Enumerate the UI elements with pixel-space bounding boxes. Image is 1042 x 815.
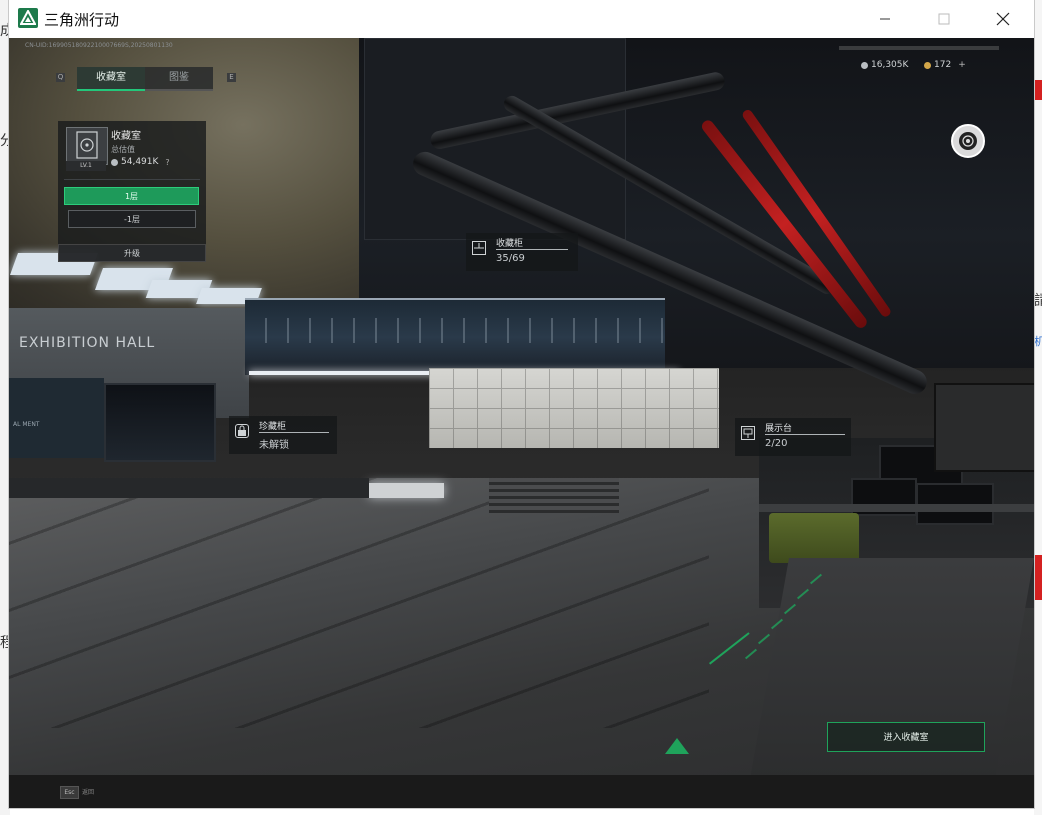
floor-trench [9, 478, 369, 498]
game-window: 三角洲行动 EXHIBITION HALL AL MENT CN-UID:169… [9, 0, 1034, 808]
gold-amount: 172 [934, 60, 952, 70]
tab-catalog[interactable]: 图鉴 [145, 67, 213, 91]
cabinet-name: 收藏柜 [496, 239, 524, 249]
treasure-cabinet-name: 珍藏柜 [259, 422, 287, 432]
silver-coin-icon [861, 61, 868, 69]
desktop-red-strip [1034, 555, 1042, 600]
showroom-shelves [429, 368, 719, 448]
desktop-background-right [1034, 0, 1042, 815]
panel-title: 收藏室 [111, 131, 141, 142]
panel-divider [64, 179, 200, 180]
workstation-desk [759, 504, 1034, 512]
display-stand-label[interactable]: 展示台 2/20 [735, 418, 851, 456]
display-stand-name: 展示台 [765, 424, 793, 434]
total-value-label: 总估值 [111, 145, 135, 154]
window-title: 三角洲行动 [44, 11, 120, 29]
gold-coin-icon [924, 61, 931, 69]
minimize-icon [880, 18, 890, 20]
desktop-fragment-text: 請 [1034, 293, 1042, 309]
lit-platform [369, 483, 444, 498]
tab-collection-room[interactable]: 收藏室 [77, 67, 145, 91]
esc-key-button[interactable]: Esc [60, 786, 79, 799]
silver-currency: 16,305K [861, 60, 908, 70]
close-icon [996, 12, 1010, 26]
minimize-button[interactable] [862, 0, 908, 38]
level-badge: LV.1 [66, 161, 106, 171]
floor-seams [9, 478, 709, 728]
close-button[interactable] [980, 0, 1026, 38]
desktop-fragment-text: 机 [1034, 335, 1042, 348]
gold-currency: 172 + [924, 60, 966, 70]
camera-lens-icon [959, 132, 977, 150]
esc-key-label: 返回 [82, 789, 95, 796]
help-icon[interactable]: ? [165, 158, 169, 167]
display-screen [104, 383, 216, 462]
lock-icon [235, 424, 249, 438]
label-underline [259, 432, 329, 433]
maximize-button[interactable] [921, 0, 967, 38]
wall-sign-text: AL MENT [13, 421, 40, 428]
display-stand-count: 2/20 [765, 438, 788, 449]
display-stand-icon [741, 426, 755, 440]
add-currency-button[interactable]: + [958, 60, 966, 70]
total-value-amount: 54,491K [121, 157, 159, 167]
exhibition-hall-sign: EXHIBITION HALL [19, 335, 156, 351]
floor-1-button[interactable]: 1层 [64, 187, 199, 205]
label-underline [765, 434, 845, 435]
camera-lens-button[interactable] [951, 124, 985, 158]
floor-stairs [489, 478, 619, 513]
silver-coin-icon [111, 158, 118, 166]
label-underline [496, 249, 568, 250]
vault-door-icon [66, 127, 108, 165]
raised-floor-platform [744, 558, 1034, 808]
tab-next-button[interactable]: E [227, 73, 236, 82]
green-ammo-case [769, 513, 859, 563]
silver-amount: 16,305K [871, 60, 909, 70]
floor-minus-1-button[interactable]: -1层 [68, 210, 196, 228]
treasure-cabinet-status: 未解锁 [259, 440, 289, 451]
blue-wall-panel [9, 378, 104, 458]
cabinet-icon [472, 241, 486, 255]
cabinet-label[interactable]: 收藏柜 35/69 [466, 233, 578, 271]
title-bar: 三角洲行动 [9, 0, 1034, 38]
upgrade-button[interactable]: 升级 [58, 244, 206, 262]
game-viewport[interactable]: EXHIBITION HALL AL MENT CN-UID:169905180… [9, 38, 1034, 808]
desktop-red-strip [1034, 80, 1042, 100]
balcony-railing [245, 318, 665, 343]
total-value: 54,491K ? [111, 157, 170, 167]
tab-prev-button[interactable]: Q [56, 73, 65, 82]
navigation-arrow-icon [665, 738, 689, 754]
tab-bar: Q 收藏室 图鉴 E [56, 67, 241, 91]
enter-collection-room-button[interactable]: 进入收藏室 [827, 722, 985, 752]
wall-painting [934, 383, 1034, 472]
treasure-cabinet-label[interactable]: 珍藏柜 未解锁 [229, 416, 337, 454]
bottom-hint-bar [9, 775, 1034, 808]
player-uid: CN-UID:16990518092210007669S,20250801130 [25, 42, 173, 49]
maximize-icon [938, 13, 950, 25]
collection-room-panel: LV.1 收藏室 总估值 54,491K ? 1层 -1层 升级 [58, 121, 206, 262]
cabinet-count: 35/69 [496, 253, 525, 264]
top-right-bar [839, 46, 999, 50]
delta-triangle-icon [18, 8, 38, 28]
